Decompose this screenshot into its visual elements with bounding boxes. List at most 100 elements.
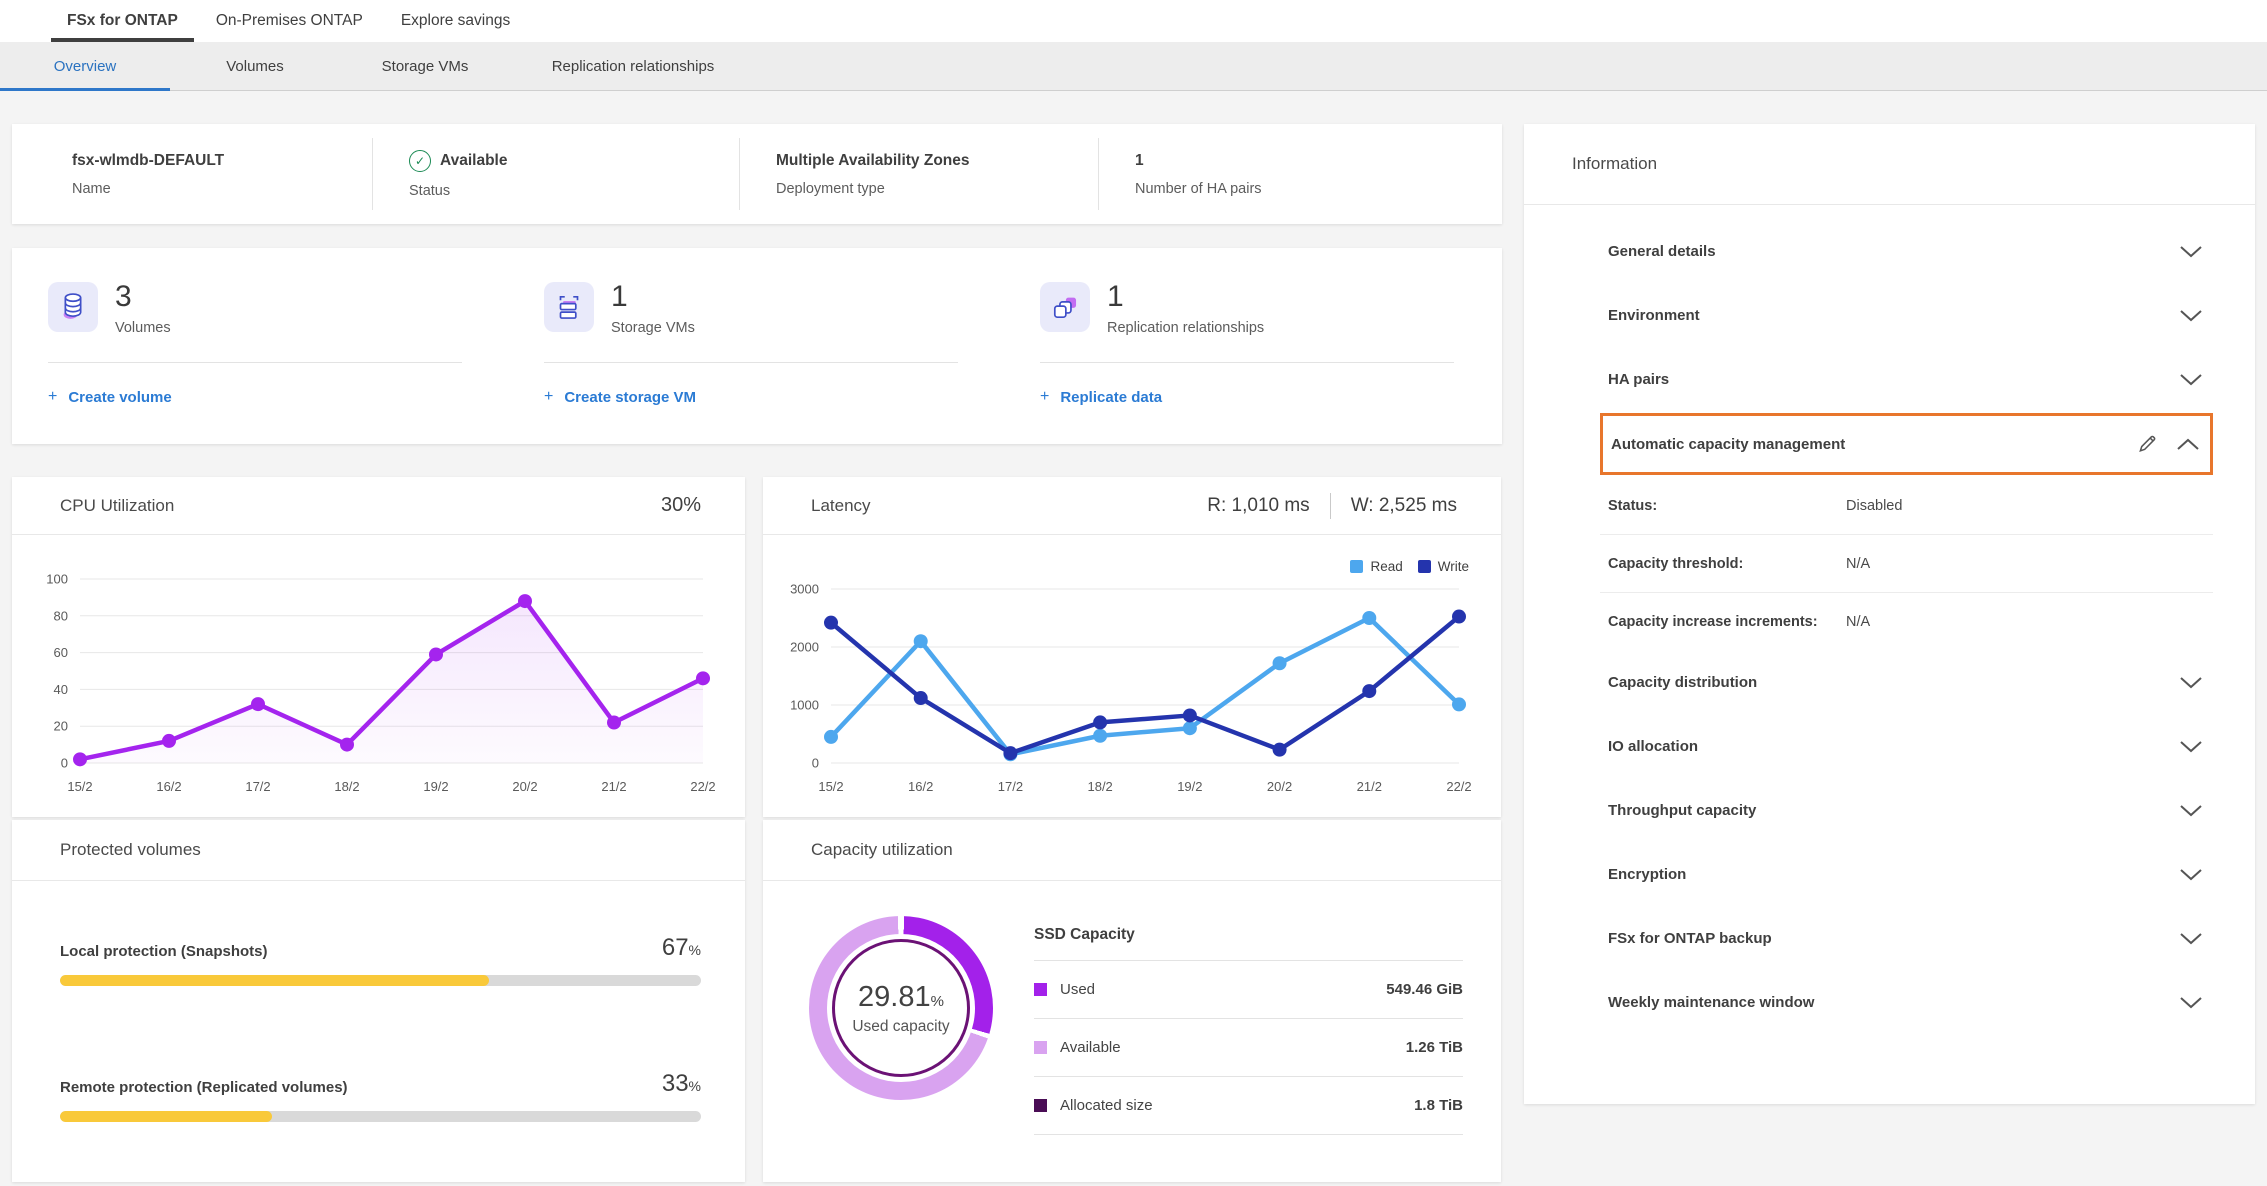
svg-text:19/2: 19/2 — [423, 779, 448, 794]
allocated-value: 1.8 TiB — [1414, 1097, 1463, 1114]
status-label: Status — [409, 183, 739, 199]
chevron-down-icon — [2179, 996, 2203, 1009]
svg-text:20/2: 20/2 — [1267, 779, 1292, 794]
divider — [48, 362, 462, 363]
accordion-environment[interactable]: Environment — [1600, 283, 2213, 347]
accordion-weekly-maintenance-window[interactable]: Weekly maintenance window — [1600, 970, 2213, 1034]
accordion-io-allocation[interactable]: IO allocation — [1600, 714, 2213, 778]
replicate-data-button[interactable]: + Replicate data — [1040, 388, 1162, 406]
tab-replication-relationships[interactable]: Replication relationships — [510, 42, 756, 90]
svg-text:60: 60 — [54, 645, 68, 660]
storage-vm-icon — [544, 282, 594, 332]
file-system-summary-card: fsx-wlmdb-DEFAULT Name ✓ Available Statu… — [12, 124, 1502, 224]
replication-icon — [1040, 282, 1090, 332]
used-capacity-label: Used capacity — [852, 1018, 949, 1036]
svg-text:16/2: 16/2 — [156, 779, 181, 794]
acm-capacity-increments-value: N/A — [1846, 614, 1870, 630]
tab-overview[interactable]: Overview — [0, 42, 170, 90]
cpu-utilization-title: CPU Utilization — [60, 496, 174, 516]
accordion-capacity-distribution[interactable]: Capacity distribution — [1600, 650, 2213, 714]
svg-text:22/2: 22/2 — [690, 779, 715, 794]
local-protection-percent: 67 — [662, 934, 689, 961]
used-capacity-percent: 29.81 — [858, 981, 931, 1013]
svg-text:18/2: 18/2 — [334, 779, 359, 794]
chevron-down-icon — [2179, 676, 2203, 689]
resources-card: 3 Volumes + Create volume — [12, 248, 1502, 444]
chevron-down-icon — [2179, 740, 2203, 753]
protected-volumes-title: Protected volumes — [12, 820, 745, 881]
chevron-up-icon[interactable] — [2176, 438, 2200, 451]
acm-details: Status: Disabled Capacity threshold: N/A… — [1600, 477, 2213, 650]
svg-text:3000: 3000 — [790, 582, 819, 597]
tab-on-premises-ontap[interactable]: On-Premises ONTAP — [197, 0, 382, 42]
accordion-ha-pairs[interactable]: HA pairs — [1600, 347, 2213, 411]
used-swatch-icon — [1034, 983, 1047, 996]
information-panel: Information General details Environment … — [1524, 124, 2255, 1104]
svg-text:100: 100 — [46, 572, 68, 587]
accordion-automatic-capacity-management-highlighted[interactable]: Automatic capacity management — [1600, 413, 2213, 475]
accordion-encryption[interactable]: Encryption — [1600, 842, 2213, 906]
latency-read-stat: R: 1,010 ms — [1207, 495, 1309, 517]
svg-text:18/2: 18/2 — [1087, 779, 1112, 794]
summary-name-column: fsx-wlmdb-DEFAULT Name — [12, 124, 372, 224]
available-label: Available — [1060, 1039, 1121, 1056]
deployment-type-label: Deployment type — [776, 181, 1098, 197]
storage-vms-resource: 1 Storage VMs + Create storage VM — [508, 248, 1004, 444]
write-swatch-icon — [1418, 560, 1431, 573]
section-nav-bar: Overview Volumes Storage VMs Replication… — [0, 42, 2267, 91]
protected-volumes-card: Protected volumes Local protection (Snap… — [12, 820, 745, 1182]
svg-text:21/2: 21/2 — [601, 779, 626, 794]
ha-pairs-value: 1 — [1135, 152, 1502, 170]
tab-explore-savings[interactable]: Explore savings — [382, 0, 529, 42]
replication-resource: 1 Replication relationships + Replicate … — [1004, 248, 1500, 444]
used-label: Used — [1060, 981, 1095, 998]
chevron-down-icon — [2179, 868, 2203, 881]
local-protection-progress-fill — [60, 975, 489, 986]
storage-vms-label: Storage VMs — [611, 320, 695, 336]
acm-capacity-threshold-value: N/A — [1846, 556, 1870, 572]
svg-text:21/2: 21/2 — [1357, 779, 1382, 794]
svg-text:20: 20 — [54, 719, 68, 734]
svg-text:22/2: 22/2 — [1446, 779, 1471, 794]
replication-count: 1 — [1107, 282, 1264, 312]
acm-capacity-increments-row: Capacity increase increments: N/A — [1600, 593, 2213, 650]
chevron-down-icon — [2179, 245, 2203, 258]
edit-pencil-icon[interactable] — [2136, 433, 2158, 455]
ssd-capacity-title: SSD Capacity — [1034, 926, 1463, 961]
remote-protection-row: Remote protection (Replicated volumes) 3… — [60, 1072, 701, 1122]
volumes-icon — [48, 282, 98, 332]
svg-text:17/2: 17/2 — [998, 779, 1023, 794]
remote-protection-percent: 33 — [662, 1070, 689, 1097]
remote-protection-progress-fill — [60, 1111, 272, 1122]
create-storage-vm-button[interactable]: + Create storage VM — [544, 388, 696, 406]
accordion-fsx-for-ontap-backup[interactable]: FSx for ONTAP backup — [1600, 906, 2213, 970]
svg-text:40: 40 — [54, 682, 68, 697]
acm-status-row: Status: Disabled — [1600, 477, 2213, 535]
accordion-general-details[interactable]: General details — [1600, 219, 2213, 283]
capacity-donut-center: 29.81% Used capacity — [832, 939, 970, 1077]
accordion-throughput-capacity[interactable]: Throughput capacity — [1600, 778, 2213, 842]
capacity-utilization-card: Capacity utilization 29.81% Used capacit… — [763, 820, 1501, 1182]
legend-write: Write — [1418, 559, 1469, 574]
tab-fsx-for-ontap[interactable]: FSx for ONTAP — [48, 0, 197, 42]
plus-icon: + — [544, 388, 553, 406]
capacity-utilization-title: Capacity utilization — [763, 820, 1501, 881]
latency-card: Latency R: 1,010 ms W: 2,525 ms Read Wri… — [763, 477, 1501, 817]
chevron-down-icon — [2179, 804, 2203, 817]
divider — [1040, 362, 1454, 363]
create-volume-button[interactable]: + Create volume — [48, 388, 172, 406]
divider — [1330, 493, 1331, 519]
svg-text:1000: 1000 — [790, 698, 819, 713]
volumes-resource: 3 Volumes + Create volume — [12, 248, 508, 444]
deployment-type-value: Multiple Availability Zones — [776, 152, 1098, 170]
storage-vms-count: 1 — [611, 282, 695, 312]
local-protection-progressbar — [60, 975, 701, 986]
tab-volumes[interactable]: Volumes — [170, 42, 340, 90]
tab-storage-vms[interactable]: Storage VMs — [340, 42, 510, 90]
allocated-swatch-icon — [1034, 1099, 1047, 1112]
fsx-overview-page: FSx for ONTAP On-Premises ONTAP Explore … — [0, 0, 2267, 1186]
svg-text:16/2: 16/2 — [908, 779, 933, 794]
available-value: 1.26 TiB — [1406, 1039, 1463, 1056]
svg-text:15/2: 15/2 — [818, 779, 843, 794]
summary-deployment-column: Multiple Availability Zones Deployment t… — [740, 124, 1098, 224]
